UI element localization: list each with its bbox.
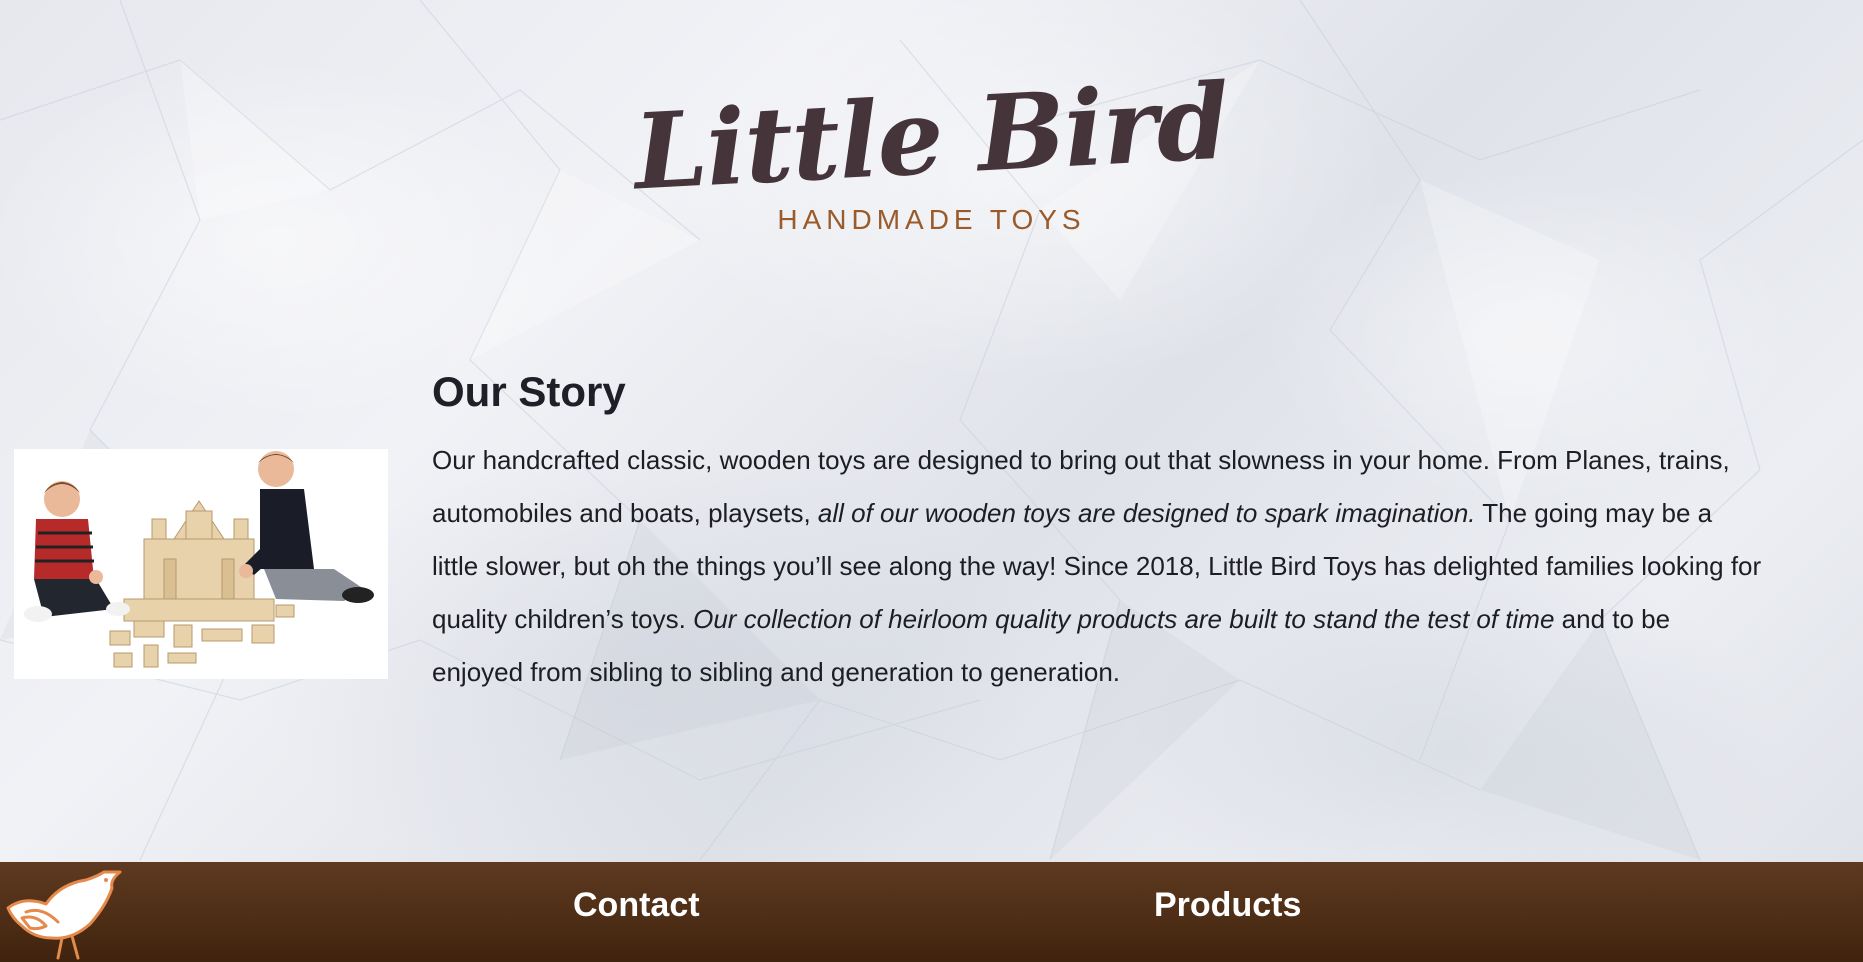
footer-link-products[interactable]: Products bbox=[1154, 886, 1301, 925]
story-section: Our Story Our handcrafted classic, woode… bbox=[432, 368, 1762, 699]
brand-subtitle: HANDMADE TOYS bbox=[777, 204, 1086, 236]
bird-logo-icon[interactable] bbox=[2, 866, 124, 960]
footer-link-contact[interactable]: Contact bbox=[573, 886, 700, 925]
story-text-emphasis-1: all of our wooden toys are designed to s… bbox=[817, 498, 1476, 528]
children-playing-with-wooden-blocks-photo bbox=[14, 449, 388, 679]
story-paragraph: Our handcrafted classic, wooden toys are… bbox=[432, 434, 1762, 699]
story-heading: Our Story bbox=[432, 368, 626, 415]
brand-header: Little Bird HANDMADE TOYS bbox=[0, 60, 1863, 236]
story-image bbox=[14, 449, 388, 679]
footer: Contact Products bbox=[0, 862, 1863, 962]
brand-title: Little Bird bbox=[631, 59, 1232, 214]
story-text-emphasis-2: Our collection of heirloom quality produ… bbox=[693, 604, 1555, 634]
